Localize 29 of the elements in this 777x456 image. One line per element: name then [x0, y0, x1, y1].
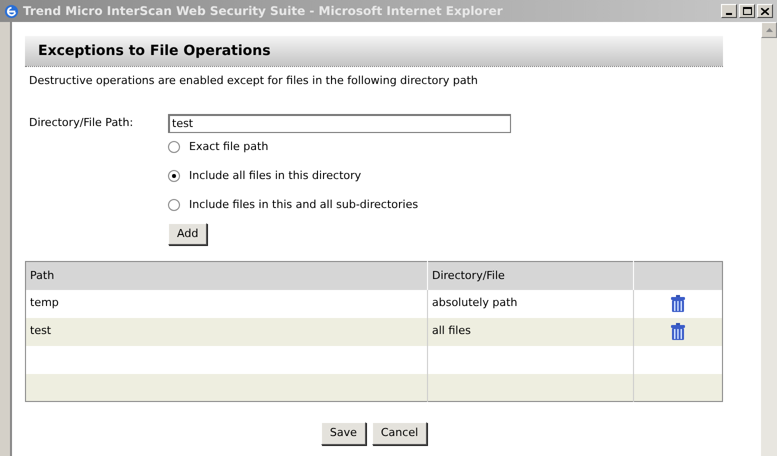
add-button[interactable]: Add — [168, 222, 208, 245]
window-title: Trend Micro InterScan Web Security Suite - Microsoft Internet Explorer — [23, 3, 503, 20]
minimize-button[interactable] — [721, 4, 737, 18]
table-cell: test — [26, 318, 428, 346]
radio-button[interactable] — [168, 199, 180, 211]
browser-icon — [4, 4, 19, 18]
table-cell: all files — [428, 318, 634, 346]
path-input[interactable]: test — [168, 114, 511, 132]
page-heading: Exceptions to File Operations — [38, 42, 271, 60]
radio-button[interactable] — [168, 141, 180, 153]
radio-button[interactable] — [168, 170, 180, 182]
cancel-button[interactable]: Cancel — [372, 422, 428, 444]
description-text: Destructive operations are enabled except for files in the following directory path — [29, 73, 479, 89]
radio-label: Include files in this and all sub-directories — [189, 196, 418, 213]
scroll-up-icon — [766, 28, 772, 32]
path-label: Directory/File Path: — [29, 114, 134, 131]
trash-icon[interactable] — [671, 295, 685, 312]
close-button[interactable] — [757, 4, 773, 18]
trash-icon[interactable] — [671, 323, 685, 340]
column-header: Directory/File — [428, 262, 634, 290]
table-cell: temp — [26, 290, 428, 318]
save-button[interactable]: Save — [320, 422, 366, 444]
radio-label: Include all files in this directory — [189, 168, 362, 184]
table-cell: absolutely path — [428, 290, 634, 318]
close-icon — [761, 8, 769, 14]
scrollbar[interactable] — [761, 22, 777, 456]
radio-label: Exact file path — [189, 138, 268, 155]
maximize-button[interactable] — [739, 4, 755, 18]
column-header: Path — [26, 262, 428, 290]
